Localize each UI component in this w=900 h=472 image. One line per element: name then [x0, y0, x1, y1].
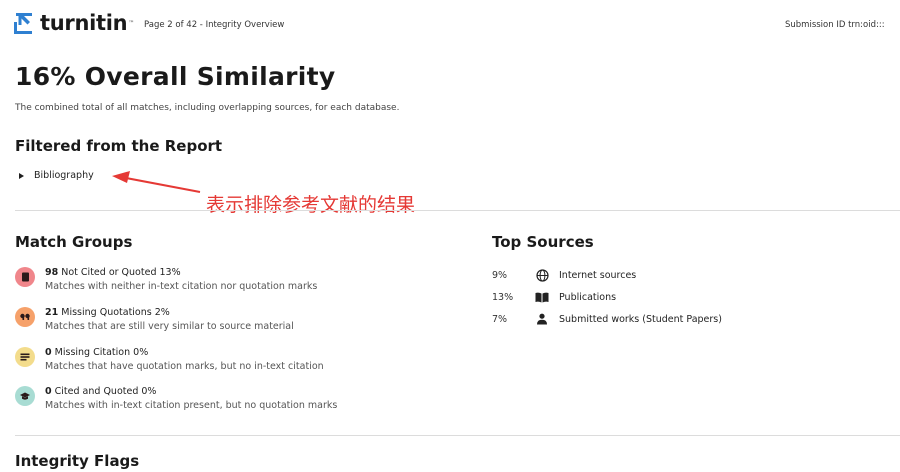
- match-group-label: Not Cited or Quoted: [61, 267, 157, 278]
- match-groups-heading: Match Groups: [15, 233, 133, 251]
- match-group-percent: 0%: [133, 347, 149, 358]
- match-group-percent: 0%: [141, 386, 157, 397]
- match-group-count: 0: [45, 347, 52, 358]
- top-source-label: Submitted works (Student Papers): [559, 313, 722, 325]
- document-icon: [15, 267, 35, 287]
- match-group-label: Missing Quotations: [61, 307, 152, 318]
- turnitin-logo-icon: [14, 13, 32, 34]
- page-subtitle: The combined total of all matches, inclu…: [15, 103, 400, 113]
- match-group-label: Missing Citation: [54, 347, 131, 358]
- match-group-count: 98: [45, 267, 59, 278]
- section-divider: [15, 210, 900, 211]
- annotation-text: 表示排除参考文献的结果: [206, 194, 416, 216]
- top-source-internet: 9% Internet sources: [492, 268, 636, 282]
- match-group-count: 21: [45, 307, 59, 318]
- filtered-heading: Filtered from the Report: [15, 137, 223, 155]
- top-source-label: Internet sources: [559, 269, 637, 281]
- logo-trademark: ™: [128, 19, 135, 27]
- turnitin-logo: turnitin ™: [12, 10, 134, 36]
- bullet-triangle-icon: [19, 172, 24, 179]
- top-source-publications: 13% Publications: [492, 290, 616, 304]
- integrity-flags-heading: Integrity Flags: [15, 452, 140, 470]
- graduation-cap-icon: [15, 386, 35, 406]
- top-source-submitted-works: 7% Submitted works (Student Papers): [492, 312, 722, 326]
- match-group-description: Matches with in-text citation present, b…: [45, 400, 338, 411]
- match-group-description: Matches that are still very similar to s…: [45, 321, 294, 332]
- top-source-percent: 9%: [492, 269, 508, 281]
- top-source-percent: 13%: [492, 291, 514, 303]
- match-group-label: Cited and Quoted: [54, 386, 139, 397]
- match-group-percent: 2%: [154, 307, 170, 318]
- top-source-percent: 7%: [492, 313, 508, 325]
- match-group-description: Matches that have quotation marks, but n…: [45, 361, 324, 372]
- section-divider: [15, 435, 900, 436]
- lines-icon: [15, 347, 35, 367]
- match-group-percent: 13%: [159, 267, 181, 278]
- match-group-count: 0: [45, 386, 52, 397]
- filter-item-bibliography: Bibliography: [19, 170, 94, 181]
- annotation-arrow-icon: [112, 171, 201, 193]
- page-title: 16% Overall Similarity: [15, 62, 336, 91]
- page-header: turnitin ™ Page 2 of 42 - Integrity Over…: [0, 0, 900, 46]
- submission-id: Submission ID trn:oid:::: [785, 20, 885, 30]
- page-info: Page 2 of 42 - Integrity Overview: [144, 20, 285, 30]
- globe-icon: [535, 268, 549, 282]
- filter-item-label: Bibliography: [34, 170, 94, 181]
- match-group-description: Matches with neither in-text citation no…: [45, 281, 318, 292]
- logo-text: turnitin: [40, 11, 128, 35]
- person-icon: [535, 312, 549, 326]
- top-source-label: Publications: [559, 291, 617, 303]
- top-sources-heading: Top Sources: [492, 233, 594, 251]
- quote-icon: [15, 307, 35, 327]
- book-icon: [535, 290, 549, 304]
